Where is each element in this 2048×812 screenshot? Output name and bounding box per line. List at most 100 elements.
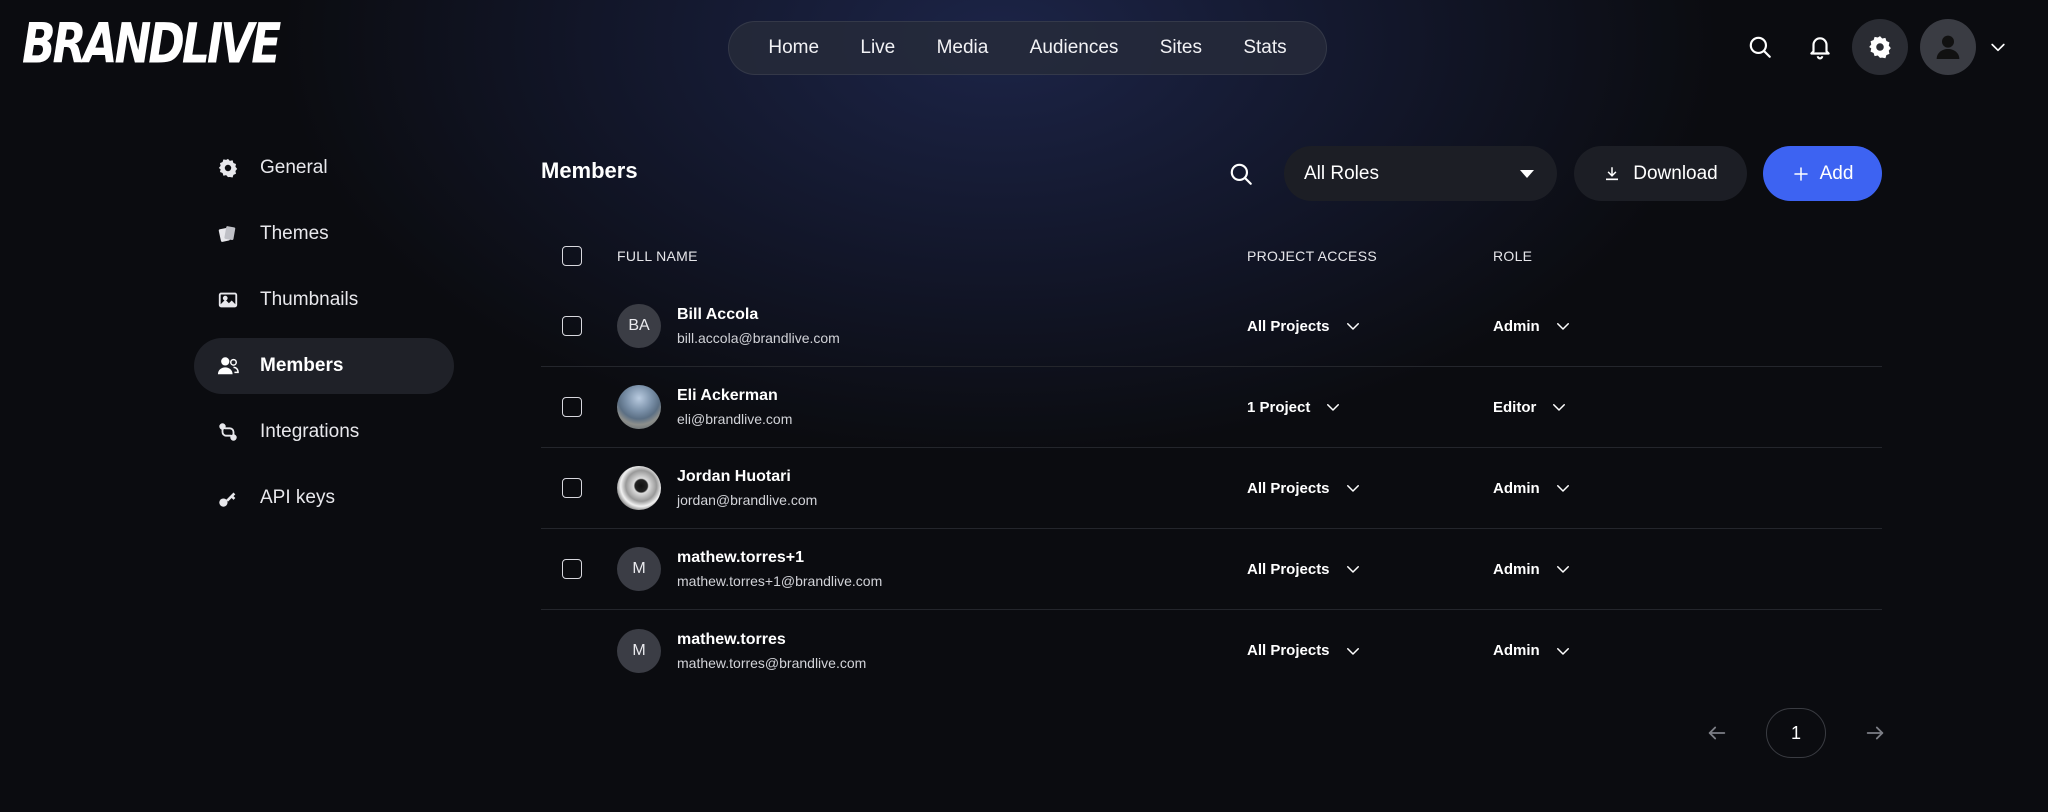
sidebar-item-label: Integrations [260,421,360,442]
search-button[interactable] [1732,19,1788,75]
sidebar-item-label: Members [260,355,344,376]
project-access-value: 1 Project [1247,398,1311,416]
row-checkbox[interactable] [562,316,582,336]
chevron-down-icon [1346,647,1359,655]
member-name: Bill Accola [677,306,759,323]
member-name: Jordan Huotari [677,468,791,485]
chevron-down-icon [1553,404,1566,411]
settings-button[interactable] [1852,19,1908,75]
role-value: Editor [1493,398,1537,416]
nav-sites[interactable]: Sites [1148,29,1214,67]
sidebar-item-themes[interactable]: Themes [194,206,454,262]
member-email: bill.accola@brandlive.com [677,330,840,346]
download-icon [1606,166,1619,180]
role-dropdown[interactable]: Editor [1493,398,1568,416]
roles-filter-value: All Roles [1304,162,1379,184]
nav-media[interactable]: Media [925,29,1001,67]
user-icon [1936,35,1960,59]
table-row: BA Bill Accola bill.accola@brandlive.com… [541,286,1882,367]
pagination: 1 [1700,708,1892,758]
search-icon [1749,36,1771,58]
bell-icon [1810,37,1830,60]
project-access-value: All Projects [1247,479,1330,497]
previous-page-button[interactable] [1700,716,1734,750]
download-button[interactable]: Download [1574,146,1747,201]
project-access-value: All Projects [1247,560,1330,578]
add-member-button[interactable]: Add [1763,146,1882,201]
logo-text: BRANDLIVE [22,12,281,76]
header-project-access: PROJECT ACCESS [1247,248,1377,264]
gear-icon [216,156,240,180]
members-table: FULL NAME PROJECT ACCESS ROLE BA Bill Ac… [541,226,1882,691]
project-access-dropdown[interactable]: All Projects [1247,560,1362,578]
brandlive-logo[interactable]: BRANDLIVE [22,12,281,76]
settings-sidebar: General Themes Thumbnails Members Integr… [194,140,454,536]
table-row: Jordan Huotari jordan@brandlive.com All … [541,448,1882,529]
avatar: BA [617,304,661,348]
role-dropdown[interactable]: Admin [1493,317,1572,335]
page-title: Members [541,158,638,183]
chevron-down-icon [1327,404,1340,411]
project-access-dropdown[interactable]: 1 Project [1247,398,1342,416]
chevron-down-icon [1346,566,1359,573]
chevron-down-icon [1556,647,1569,655]
project-access-dropdown[interactable]: All Projects [1247,479,1362,497]
avatar: M [617,628,661,673]
sidebar-item-api-keys[interactable]: API keys [194,470,454,526]
sidebar-item-label: API keys [260,487,335,508]
roles-filter-select[interactable]: All Roles [1284,146,1557,201]
notifications-button[interactable] [1792,19,1848,75]
row-checkbox[interactable] [562,559,582,579]
role-value: Admin [1493,560,1540,578]
sidebar-item-label: Thumbnails [260,289,359,310]
sidebar-item-general[interactable]: General [194,140,454,196]
member-name: Eli Ackerman [677,387,778,404]
role-dropdown[interactable]: Admin [1493,479,1572,497]
account-menu-toggle[interactable] [1984,19,2012,75]
sidebar-item-members[interactable]: Members [194,338,454,394]
role-dropdown[interactable]: Admin [1493,642,1572,660]
project-access-dropdown[interactable]: All Projects [1247,642,1362,660]
role-dropdown[interactable]: Admin [1493,560,1572,578]
sidebar-item-thumbnails[interactable]: Thumbnails [194,272,454,328]
avatar [617,466,661,510]
account-avatar-button[interactable] [1920,19,1976,75]
arrow-left-icon [1708,726,1726,740]
member-email: mathew.torres@brandlive.com [677,654,867,671]
chevron-down-icon [1991,43,2005,52]
project-access-value: All Projects [1247,642,1330,659]
member-email: mathew.torres+1@brandlive.com [677,573,883,589]
member-email: jordan@brandlive.com [677,492,818,508]
nav-live[interactable]: Live [848,29,907,67]
row-checkbox[interactable] [562,478,582,498]
role-value: Admin [1493,479,1540,497]
select-all-checkbox[interactable] [562,246,582,266]
download-label: Download [1633,162,1718,184]
current-page-indicator[interactable]: 1 [1766,708,1826,758]
gear-icon [1869,36,1891,59]
plus-icon [1793,166,1808,181]
row-checkbox[interactable] [562,397,582,417]
nav-stats[interactable]: Stats [1231,29,1298,67]
caret-down-icon [1520,169,1534,178]
table-row: Eli Ackerman eli@brandlive.com 1 Project… [541,367,1882,448]
avatar: M [617,547,661,591]
key-icon [216,486,240,510]
chevron-down-icon [1556,323,1569,330]
nav-home[interactable]: Home [756,29,831,67]
add-label: Add [1819,162,1854,184]
sidebar-item-label: Themes [260,223,329,244]
top-navigation: Home Live Media Audiences Sites Stats [728,21,1327,75]
members-search-button[interactable] [1225,158,1257,190]
member-name: mathew.torres+1 [677,549,805,566]
chevron-down-icon [1556,566,1569,573]
table-header: FULL NAME PROJECT ACCESS ROLE [541,226,1882,286]
arrow-right-icon [1866,726,1884,740]
nav-audiences[interactable]: Audiences [1018,29,1131,67]
role-value: Admin [1493,317,1540,335]
sidebar-item-integrations[interactable]: Integrations [194,404,454,460]
project-access-dropdown[interactable]: All Projects [1247,317,1362,335]
next-page-button[interactable] [1858,716,1892,750]
chevron-down-icon [1556,485,1569,492]
role-value: Admin [1493,642,1540,659]
